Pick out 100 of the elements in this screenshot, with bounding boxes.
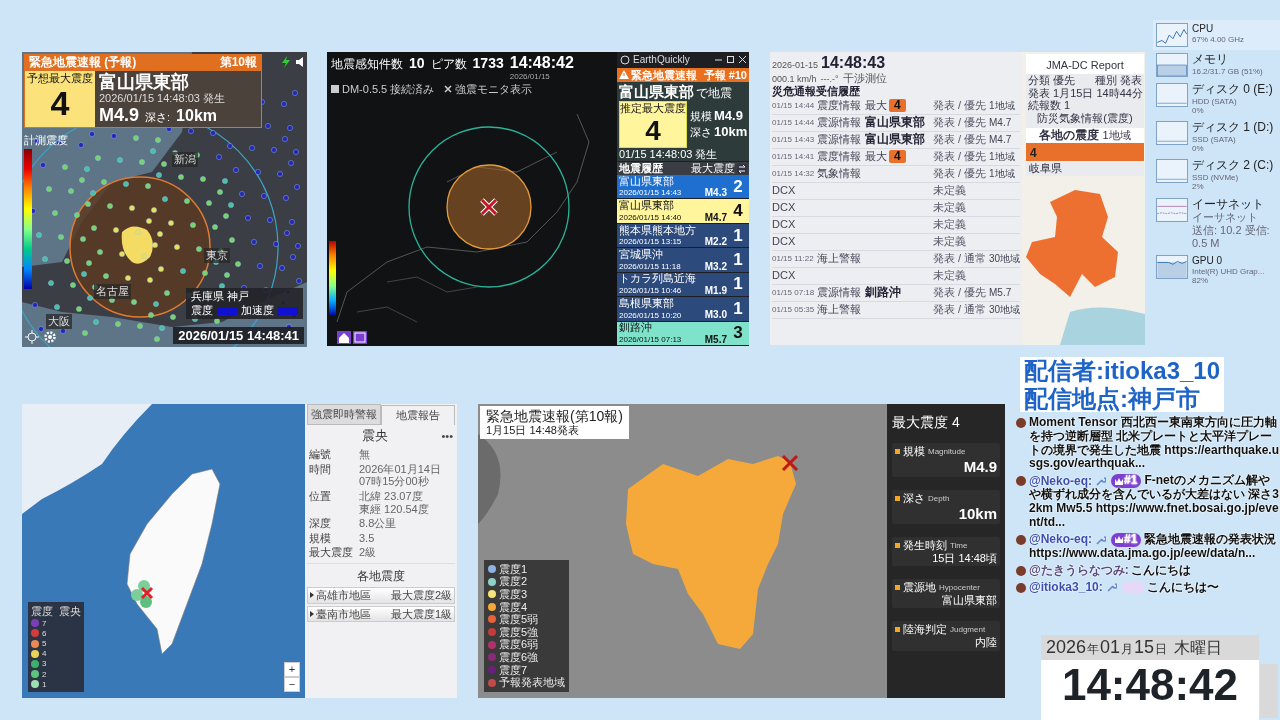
area-max: 最大震度1級 xyxy=(390,607,452,621)
close-icon xyxy=(444,84,453,93)
zoom-in-button[interactable]: + xyxy=(284,662,300,677)
performance-item[interactable]: ディスク 1 (D:) SSD (SATA) 0% xyxy=(1153,118,1280,157)
history-item[interactable]: 富山県東部 2026/01/15 14:40 M4.7 4 xyxy=(617,199,749,224)
dcx-label: DCX xyxy=(772,218,796,231)
status-checkbox[interactable] xyxy=(331,84,339,93)
performance-item[interactable]: ディスク 2 (C:) SSD (NVMe) 2% xyxy=(1153,156,1280,195)
legend-label: 5 xyxy=(42,639,47,649)
row-label: 規模 xyxy=(903,445,925,458)
resource-detail: SSD (NVMe) xyxy=(1192,173,1240,183)
area-count: 1地域 xyxy=(1102,128,1131,142)
history-row[interactable]: DCX 未定義 xyxy=(772,182,1020,200)
history-region: 富山県東部 xyxy=(619,199,675,212)
speed-reading: 000.1 km/h xyxy=(772,73,817,84)
history-time: 2026/01/15 10:46 xyxy=(619,286,682,296)
entry-type: 震度情報 xyxy=(817,150,861,163)
history-row[interactable]: DCX 未定義 xyxy=(772,216,1020,234)
tab[interactable]: 強震即時警報 xyxy=(307,404,381,425)
gear-icon[interactable] xyxy=(43,330,57,344)
report-number: 第10報 xyxy=(219,56,257,70)
history-region: 宮城県沖 xyxy=(619,247,664,261)
field-value: 8.8公里 xyxy=(359,517,397,530)
stat-value: 10 xyxy=(409,55,425,72)
minimize-icon[interactable] xyxy=(715,56,722,64)
zoom-out-button[interactable]: − xyxy=(284,677,300,692)
list-title: 災危通報受信履歴 xyxy=(772,85,861,98)
legend-label: 震度5強 xyxy=(499,625,539,639)
field-value: 07時15分00秒 xyxy=(359,475,430,488)
intensity-badge: 4 xyxy=(889,150,906,164)
crosshair-icon[interactable] xyxy=(25,330,39,344)
intensity-label: 震度 xyxy=(191,304,213,317)
history-time: 2026/01/15 10:20 xyxy=(619,310,682,320)
region-name: 富山県東部 xyxy=(619,83,694,101)
history-item[interactable]: 島根県東部 2026/01/15 10:20 M3.0 1 xyxy=(617,297,749,322)
maximize-icon[interactable] xyxy=(727,56,734,64)
monitor-toggle[interactable]: 強震モニタ表示 xyxy=(455,82,533,96)
history-item[interactable]: 釧路沖 2026/01/15 07:13 M5.7 3 xyxy=(617,321,749,346)
intensity-label: 推定最大震度 xyxy=(620,101,686,115)
field-value: 3.5 xyxy=(359,531,375,545)
triangle-icon xyxy=(310,610,314,617)
tab[interactable]: 地震報告 xyxy=(381,404,455,425)
depth-label: 深さ xyxy=(690,125,712,139)
history-row[interactable]: 01/15 14:43 震源情報 富山県東部 発表 / 優先 M4.7 xyxy=(772,131,1020,149)
swap-icon[interactable] xyxy=(737,163,747,174)
performance-item[interactable]: ディスク 0 (E:) HDD (SATA) 0% xyxy=(1153,80,1280,119)
area-item[interactable]: 高雄市地區 最大震度2級 xyxy=(307,586,455,604)
avatar-icon xyxy=(1016,476,1026,487)
history-row[interactable]: DCX 未定義 xyxy=(772,233,1020,251)
max-intensity-label: 最大震度 xyxy=(691,162,735,176)
resource-name: ディスク 2 (C:) xyxy=(1192,159,1274,174)
history-item[interactable]: 熊本県熊本地方 2026/01/15 13:15 M2.2 1 xyxy=(617,223,749,249)
history-row[interactable]: 01/15 14:41 震度情報 最大 4 発表 / 優先 1地域 xyxy=(772,148,1020,166)
row-value: M4.9 xyxy=(963,457,997,475)
bullet-icon xyxy=(895,495,900,501)
performance-item[interactable]: CPU 67% 4.00 GHz xyxy=(1153,20,1280,50)
image-icon[interactable] xyxy=(353,331,367,344)
history-row[interactable]: 01/15 14:44 震度情報 最大 4 発表 / 優先 1地域 xyxy=(772,97,1020,115)
history-row[interactable]: DCX 未定義 xyxy=(772,267,1020,285)
entry-time: 01/15 05:35 xyxy=(772,305,815,315)
close-icon[interactable] xyxy=(739,56,746,64)
history-item[interactable]: トカラ列島近海 2026/01/15 10:46 M1.9 1 xyxy=(617,272,749,298)
performance-item[interactable]: メモリ 16.2/31.7 GB (51%) xyxy=(1153,50,1280,80)
usage-graph-drawing xyxy=(1156,83,1188,107)
member-badge xyxy=(1121,581,1144,593)
section-heading: 震央 xyxy=(362,429,389,444)
legend-label: 6 xyxy=(42,628,47,639)
alert-title: 緊急地震速報 (予報) xyxy=(29,56,137,70)
history-row[interactable]: 01/15 14:44 震源情報 富山県東部 発表 / 優先 M4.7 xyxy=(772,114,1020,132)
chat-message: @itioka3_10: こんにちは〜 xyxy=(1029,580,1220,595)
history-item[interactable]: 富山県東部 2026/01/15 14:43 M4.3 2 xyxy=(617,175,749,200)
history-row[interactable]: 01/15 07:18 震源情報 釧路沖 発表 / 優先 M5.7 xyxy=(772,284,1020,302)
intensity-value: 4 xyxy=(50,84,70,124)
area-item[interactable]: 臺南市地區 最大震度1級 xyxy=(307,605,455,623)
performance-item[interactable]: イーサネット イーサネット 送信: 10.2 受信: 0.5 M xyxy=(1153,194,1280,253)
history-intensity: 1 xyxy=(732,224,744,247)
triangle-icon xyxy=(310,592,314,599)
legend-label: 3 xyxy=(42,659,47,669)
history-row[interactable]: 01/15 14:32 気象情報 発表 / 優先 1地域 xyxy=(772,165,1020,183)
acceleration-label: 加速度 xyxy=(241,304,274,317)
history-row[interactable]: 01/15 05:35 海上警報 発表 / 通常 30地域 xyxy=(772,301,1020,319)
history-item[interactable]: 宮城県沖 2026/01/15 11:18 M3.2 1 xyxy=(617,248,749,273)
row-label: 深さ xyxy=(903,492,925,505)
section-heading: 各地震度 xyxy=(357,570,405,584)
entry-type: 震源情報 xyxy=(817,286,861,299)
history-row[interactable]: DCX 未定義 xyxy=(772,199,1020,217)
field-value: 2級 xyxy=(359,546,377,560)
more-menu[interactable]: ••• xyxy=(441,430,453,443)
field-value: 2026年01月14日 xyxy=(359,462,441,476)
wrench-icon xyxy=(1096,476,1107,487)
history-time: 2026/01/15 14:40 xyxy=(619,212,682,223)
dcx-label: DCX xyxy=(772,269,796,282)
usage-graph-drawing xyxy=(1156,23,1188,47)
entry-status: 発表 / 優先 xyxy=(933,167,987,180)
resource-name: CPU xyxy=(1192,23,1215,35)
entry-type: 海上警報 xyxy=(817,252,861,265)
history-row[interactable]: 01/15 11:22 海上警報 発表 / 通常 30地域 xyxy=(772,250,1020,268)
lightning-icon xyxy=(281,56,291,68)
home-icon[interactable] xyxy=(337,331,351,344)
performance-item[interactable]: GPU 0 Intel(R) UHD Grap... 82% xyxy=(1153,252,1280,289)
